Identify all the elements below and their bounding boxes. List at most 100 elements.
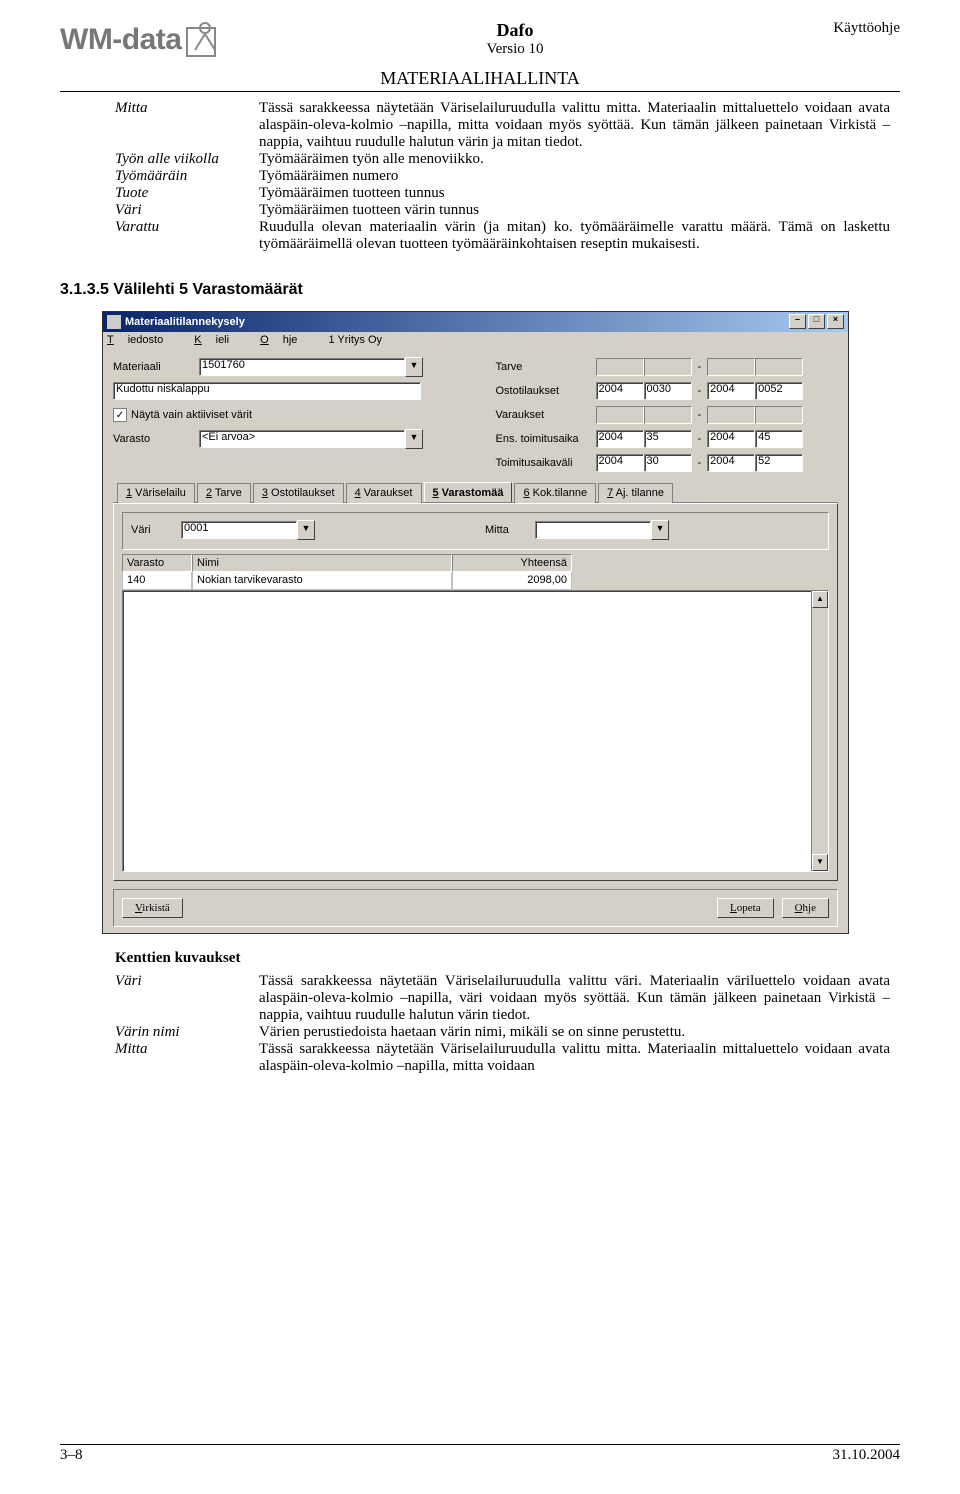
input-osto-w2[interactable]: 0052 — [755, 382, 803, 400]
form-left: Materiaali 1501760 ▼ Kudottu niskalappu … — [113, 356, 456, 476]
doc-title: Dafo — [290, 20, 740, 41]
input-material[interactable]: 1501760 — [199, 358, 405, 376]
footer-date: 31.10.2004 — [833, 1447, 901, 1464]
button-row: Virkistä Lopeta Ohje — [113, 889, 838, 927]
label-first-delivery: Ens. toimitusaika — [496, 433, 596, 445]
doc-type: Käyttöohje — [750, 20, 900, 37]
input-storage[interactable]: <Ei arvoa> — [199, 430, 405, 448]
refresh-button[interactable]: Virkistä — [122, 898, 183, 918]
input-material-desc[interactable]: Kudottu niskalappu — [113, 382, 421, 400]
dropdown-icon[interactable]: ▼ — [405, 429, 423, 449]
dropdown-icon[interactable]: ▼ — [297, 520, 315, 540]
section-heading: 3.1.3.5 Välilehti 5 Varastomäärät — [60, 281, 900, 299]
menu-language[interactable]: Kieli — [194, 334, 243, 346]
tab-koktilanne[interactable]: 6 Kok.tilanne — [514, 483, 596, 503]
subform-color-size: Väri 0001 ▼ Mitta ▼ — [122, 512, 829, 550]
label-storage: Varasto — [113, 433, 199, 445]
scrollbar[interactable]: ▲ ▼ — [811, 591, 828, 871]
term: Värin nimi — [115, 1024, 251, 1041]
term-desc: Ruudulla olevan materiaalin värin (ja mi… — [259, 219, 890, 253]
term-desc: Tässä sarakkeessa näytetään Väriselailur… — [259, 1041, 890, 1075]
input-demand-y2 — [707, 358, 755, 376]
scroll-down-icon[interactable]: ▼ — [812, 854, 828, 871]
input-demand-w2 — [755, 358, 803, 376]
page-header: WM-data Dafo Versio 10 Käyttöohje — [60, 20, 900, 60]
input-tav-y2[interactable]: 2004 — [707, 454, 755, 472]
label-delivery-interval: Toimitusaikaväli — [496, 457, 596, 469]
term: Työmääräin — [115, 168, 251, 185]
dash: - — [692, 457, 708, 469]
tab-varastomaa[interactable]: 5 Varastomää — [424, 482, 513, 502]
term: Varattu — [115, 219, 251, 253]
tab-varaukset[interactable]: 4 Varaukset — [346, 483, 422, 503]
cell-name: Nokian tarvikevarasto — [192, 572, 452, 590]
page-number: 3–8 — [60, 1447, 83, 1464]
dropdown-icon[interactable]: ▼ — [651, 520, 669, 540]
input-tav-w1[interactable]: 30 — [644, 454, 692, 472]
term: Työn alle viikolla — [115, 151, 251, 168]
definitions-top: MittaTässä sarakkeessa näytetään Värisel… — [115, 100, 890, 253]
window-title: Materiaalitilannekysely — [125, 316, 789, 328]
input-ens-y1[interactable]: 2004 — [596, 430, 644, 448]
app-icon — [107, 315, 121, 329]
quit-button[interactable]: Lopeta — [717, 898, 774, 918]
tabbody: Väri 0001 ▼ Mitta ▼ Varasto Nimi Yhteens… — [113, 503, 838, 881]
cell-storage: 140 — [122, 572, 192, 590]
definitions-bottom: VäriTässä sarakkeessa näytetään Värisela… — [115, 973, 890, 1075]
label-size: Mitta — [485, 524, 535, 536]
term: Tuote — [115, 185, 251, 202]
input-var-y2 — [707, 406, 755, 424]
dash: - — [692, 361, 708, 373]
table-row[interactable]: 140 Nokian tarvikevarasto 2098,00 — [122, 572, 829, 590]
input-ens-w1[interactable]: 35 — [644, 430, 692, 448]
label-active-colors: Näytä vain aktiiviset värit — [131, 409, 252, 421]
col-storage: Varasto — [122, 554, 192, 572]
input-osto-y1[interactable]: 2004 — [596, 382, 644, 400]
menu-file[interactable]: Tiedosto — [107, 334, 177, 346]
tab-ajtilanne[interactable]: 7 Aj. tilanne — [598, 483, 673, 503]
label-reservations: Varaukset — [496, 409, 596, 421]
col-total: Yhteensä — [452, 554, 572, 572]
wm-logo: WM-data — [60, 20, 280, 60]
menu-company[interactable]: 1 Yritys Oy — [328, 334, 382, 346]
tab-ostotilaukset[interactable]: 3 Ostotilaukset — [253, 483, 344, 503]
footer: 3–8 31.10.2004 — [60, 1444, 900, 1464]
term-desc: Työmääräimen työn alle menoviikko. — [259, 151, 890, 168]
input-color[interactable]: 0001 — [181, 521, 297, 539]
term: Mitta — [115, 1041, 251, 1075]
dropdown-icon[interactable]: ▼ — [405, 357, 423, 377]
input-tav-w2[interactable]: 52 — [755, 454, 803, 472]
input-demand-w1 — [644, 358, 692, 376]
minimize-icon[interactable]: – — [789, 314, 806, 329]
input-osto-y2[interactable]: 2004 — [707, 382, 755, 400]
input-size[interactable] — [535, 521, 651, 539]
dash: - — [692, 409, 708, 421]
input-tav-y1[interactable]: 2004 — [596, 454, 644, 472]
term-desc: Tässä sarakkeessa näytetään Väriselailur… — [259, 100, 890, 151]
checkbox-active-colors[interactable]: ✓ — [113, 408, 127, 422]
label-color: Väri — [131, 524, 181, 536]
app-window: Materiaalitilannekysely – □ × Tiedosto K… — [102, 311, 849, 934]
tab-tarve[interactable]: 2 Tarve — [197, 483, 251, 503]
scroll-up-icon[interactable]: ▲ — [812, 591, 828, 608]
tab-variselailu[interactable]: 1 Väriselailu — [117, 483, 195, 503]
menu-help[interactable]: Ohje — [260, 334, 311, 346]
term: Väri — [115, 973, 251, 1024]
input-var-w1 — [644, 406, 692, 424]
input-ens-w2[interactable]: 45 — [755, 430, 803, 448]
cell-total: 2098,00 — [452, 572, 572, 590]
input-osto-w1[interactable]: 0030 — [644, 382, 692, 400]
input-demand-y1 — [596, 358, 644, 376]
col-name: Nimi — [192, 554, 452, 572]
term-desc: Työmääräimen tuotteen värin tunnus — [259, 202, 890, 219]
divider — [60, 91, 900, 92]
close-icon[interactable]: × — [827, 314, 844, 329]
help-button[interactable]: Ohje — [782, 898, 829, 918]
term: Mitta — [115, 100, 251, 151]
dash: - — [692, 433, 708, 445]
input-var-w2 — [755, 406, 803, 424]
logo-person-icon — [185, 20, 225, 60]
doc-version: Versio 10 — [290, 41, 740, 58]
maximize-icon[interactable]: □ — [808, 314, 825, 329]
input-ens-y2[interactable]: 2004 — [707, 430, 755, 448]
